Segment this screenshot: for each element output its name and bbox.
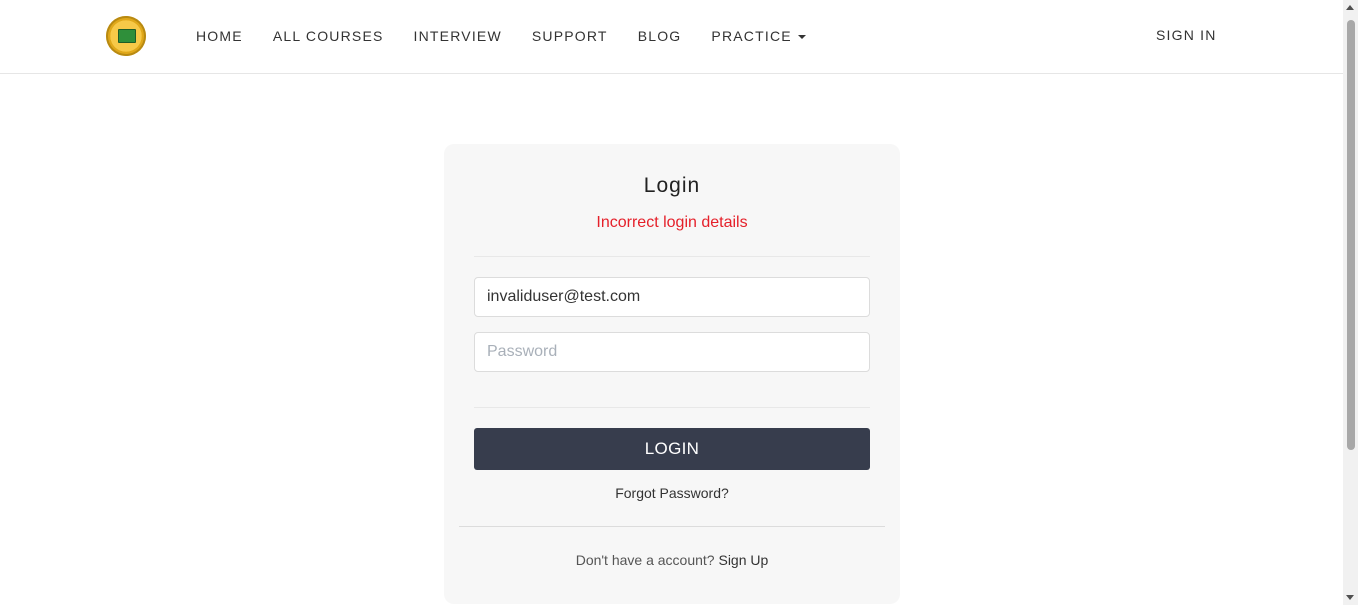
site-header: HOME ALL COURSES INTERVIEW SUPPORT BLOG … (0, 0, 1343, 74)
divider (474, 407, 870, 408)
password-field[interactable] (474, 332, 870, 372)
login-button[interactable]: LOGIN (474, 428, 870, 470)
nav-interview[interactable]: INTERVIEW (414, 27, 502, 45)
page-scrollbar[interactable] (1343, 0, 1358, 605)
sign-up-link[interactable]: Sign Up (718, 552, 768, 568)
divider (474, 256, 870, 257)
login-title: Login (643, 174, 701, 197)
caret-down-icon (797, 35, 806, 40)
main-nav: HOME ALL COURSES INTERVIEW SUPPORT BLOG … (196, 27, 836, 45)
scroll-down-arrow-icon[interactable] (1346, 595, 1354, 600)
no-account-text: Don't have a account? (575, 552, 715, 568)
footer-divider (459, 526, 885, 527)
login-error-message: Incorrect login details (596, 214, 748, 231)
forgot-password-link[interactable]: Forgot Password? (444, 485, 900, 501)
nav-practice-label: PRACTICE (711, 28, 792, 44)
signup-prompt: Don't have a account? Sign Up (444, 552, 900, 568)
sign-in-link[interactable]: SIGN IN (1156, 26, 1217, 44)
logo-icon[interactable] (106, 16, 146, 56)
nav-practice-dropdown[interactable]: PRACTICE (711, 27, 806, 45)
nav-support[interactable]: SUPPORT (532, 27, 608, 45)
nav-all-courses[interactable]: ALL COURSES (273, 27, 384, 45)
logo-board-icon (118, 29, 136, 43)
email-field[interactable] (474, 277, 870, 317)
page: HOME ALL COURSES INTERVIEW SUPPORT BLOG … (0, 0, 1358, 605)
nav-blog[interactable]: BLOG (638, 27, 682, 45)
scroll-up-arrow-icon[interactable] (1346, 5, 1354, 10)
login-card: Login Incorrect login details LOGIN Forg… (444, 144, 900, 604)
scrollbar-thumb[interactable] (1347, 20, 1355, 450)
nav-home[interactable]: HOME (196, 27, 243, 45)
